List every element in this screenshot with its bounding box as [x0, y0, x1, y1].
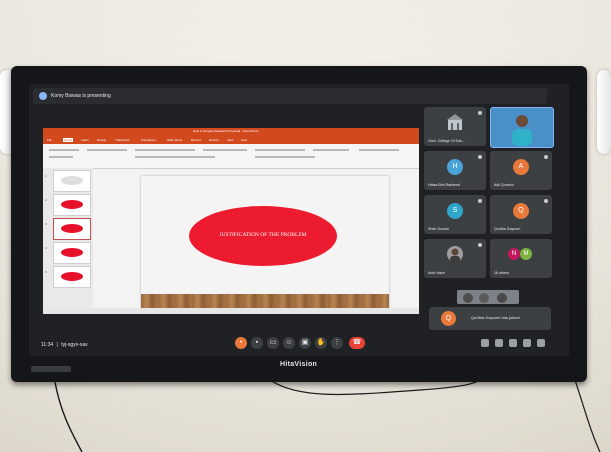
- present-icon: [39, 92, 47, 100]
- end-call-button[interactable]: ☎: [349, 337, 365, 349]
- avatar: N: [508, 248, 520, 260]
- ppt-ribbon: [43, 144, 419, 169]
- avatar-secondary: M: [520, 248, 532, 260]
- participant-name: Hafsa Bint Rasheed: [428, 183, 460, 187]
- participant-tile[interactable]: A Adil Qureshi: [490, 151, 552, 190]
- ppt-tab[interactable]: Review: [209, 138, 219, 142]
- cables: [54, 377, 601, 452]
- ppt-tab[interactable]: Record: [191, 138, 201, 142]
- participant-name: Govt. College Of Edu...: [428, 139, 465, 143]
- participant-name: Qurtiba Gayoom: [494, 227, 521, 231]
- person-video: [512, 115, 532, 146]
- ppt-tab[interactable]: Slide Show: [167, 138, 182, 142]
- captions-icon: ▭: [269, 339, 277, 346]
- ppt-tabs: File Home Insert Design Transitions Anim…: [43, 137, 419, 144]
- meet-screen: Komy Biswas is presenting How to Prepare…: [29, 84, 569, 356]
- emoji-icon: ☺: [285, 339, 293, 346]
- avatar: A: [513, 159, 529, 175]
- hand-button[interactable]: ✋: [315, 337, 327, 349]
- powerpoint-window: How to Prepare Research Proposal - Power…: [43, 128, 419, 314]
- participant-tile[interactable]: Govt. College Of Edu...: [424, 107, 486, 146]
- participant-tile[interactable]: Amir Nazir: [424, 239, 486, 278]
- participant-tile[interactable]: Q Qurtiba Gayoom: [490, 195, 552, 234]
- avatar: Q: [441, 311, 456, 326]
- participant-tile[interactable]: S Shah Gousia: [424, 195, 486, 234]
- ppt-tab[interactable]: View: [227, 138, 233, 142]
- self-view-video[interactable]: [457, 290, 519, 304]
- participant-tile-video[interactable]: [490, 107, 554, 148]
- join-notification-text: Qurtiba Gayoom has joined: [471, 315, 520, 320]
- ppt-titlebar: How to Prepare Research Proposal - Power…: [43, 128, 419, 137]
- avatar: H: [447, 159, 463, 175]
- emoji-button[interactable]: ☺: [283, 337, 295, 349]
- slide-floor-image: [141, 294, 389, 308]
- presenting-label: Komy Biswas is presenting: [51, 93, 111, 99]
- slide-heading: JUSTIFICATION OF THE PROBLEM: [219, 232, 307, 238]
- participant-name: Shah Gousia: [428, 227, 449, 231]
- lock-icon[interactable]: [537, 339, 545, 347]
- slide-thumbnail[interactable]: [53, 170, 91, 192]
- activities-icon[interactable]: [523, 339, 531, 347]
- camera-icon: ▪: [255, 339, 259, 346]
- participant-tile-others[interactable]: N M 18 others: [490, 239, 552, 278]
- tv-sticker: [31, 366, 71, 372]
- people-icon[interactable]: [495, 339, 503, 347]
- participant-name: Amir Nazir: [428, 271, 445, 275]
- participant-name: 18 others: [494, 271, 509, 275]
- mic-icon: [478, 111, 482, 115]
- person-photo-icon: [447, 246, 463, 262]
- hand-icon: ✋: [316, 339, 326, 346]
- slide-thumbnail[interactable]: [53, 266, 91, 288]
- camera-button[interactable]: ▪: [251, 337, 263, 349]
- mic-icon: [478, 199, 482, 203]
- clock-text: 11:34: [41, 342, 54, 348]
- ppt-tab[interactable]: Home: [63, 138, 74, 142]
- slide-thumbnail-selected[interactable]: [53, 218, 91, 240]
- building-icon: [447, 114, 463, 130]
- slide-thumbnails: 1 2 3 4 5: [43, 168, 93, 308]
- meeting-code: tyj-sgyv-xav: [61, 342, 88, 348]
- ppt-tab[interactable]: File: [47, 138, 52, 142]
- participant-tile[interactable]: H Hafsa Bint Rasheed: [424, 151, 486, 190]
- join-notification: Q Qurtiba Gayoom has joined: [429, 307, 551, 330]
- right-speaker: [597, 70, 611, 154]
- chat-icon[interactable]: [509, 339, 517, 347]
- mic-icon: [478, 155, 482, 159]
- mic-icon: [544, 155, 548, 159]
- more-button[interactable]: ⋮: [331, 337, 343, 349]
- tv-brand-logo: HitaVision: [280, 361, 318, 368]
- presenting-bar: Komy Biswas is presenting: [33, 88, 547, 104]
- mic-icon: [544, 199, 548, 203]
- present-screen-icon: ▣: [301, 339, 309, 346]
- ppt-tab[interactable]: Help: [241, 138, 247, 142]
- avatar: S: [447, 203, 463, 219]
- slide-thumbnail[interactable]: [53, 242, 91, 264]
- slide-oval: JUSTIFICATION OF THE PROBLEM: [189, 206, 337, 266]
- ppt-tab[interactable]: Transitions: [115, 138, 130, 142]
- present-button[interactable]: ▣: [299, 337, 311, 349]
- info-icon[interactable]: [481, 339, 489, 347]
- mic-button[interactable]: •: [235, 337, 247, 349]
- meeting-time-code: 11:34 | tyj-sgyv-xav: [41, 342, 88, 348]
- ppt-title: How to Prepare Research Proposal - Power…: [193, 129, 259, 133]
- ppt-tab[interactable]: Design: [97, 138, 106, 142]
- ppt-statusbar: [43, 308, 419, 314]
- current-slide: JUSTIFICATION OF THE PROBLEM: [141, 176, 389, 308]
- captions-button[interactable]: ▭: [267, 337, 279, 349]
- phone-icon: ☎: [352, 339, 362, 346]
- more-icon: ⋮: [333, 339, 341, 346]
- participant-name: Adil Qureshi: [494, 183, 514, 187]
- ppt-tab[interactable]: Animations: [141, 138, 156, 142]
- ppt-tab[interactable]: Insert: [81, 138, 89, 142]
- slide-thumbnail[interactable]: [53, 194, 91, 216]
- mic-icon: [478, 243, 482, 247]
- avatar: Q: [513, 203, 529, 219]
- mic-icon: •: [239, 339, 243, 346]
